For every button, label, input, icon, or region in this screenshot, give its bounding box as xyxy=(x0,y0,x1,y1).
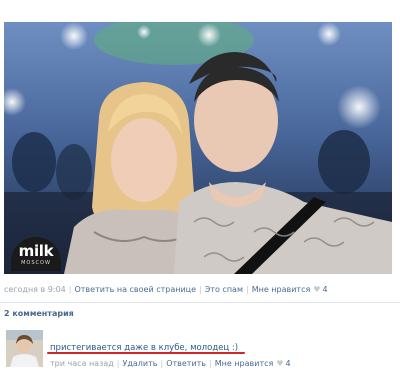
reply-on-own-page-link[interactable]: Ответить на своей странице xyxy=(74,285,196,294)
report-spam-link[interactable]: Это спам xyxy=(205,285,243,294)
comment-like-count: 4 xyxy=(285,359,291,368)
separator: | xyxy=(199,285,202,294)
milk-logo-city: MOSCOW xyxy=(21,260,51,266)
separator: | xyxy=(209,359,212,368)
separator: | xyxy=(68,285,72,294)
milk-logo-name: milk xyxy=(18,242,54,260)
like-link[interactable]: Мне нравится xyxy=(252,285,311,294)
post-photo[interactable]: milk MOSCOW xyxy=(4,22,392,274)
reply-comment-link[interactable]: Ответить xyxy=(166,359,206,368)
avatar-image xyxy=(6,330,43,367)
separator: | xyxy=(116,359,120,368)
heart-icon[interactable]: ♥ xyxy=(276,359,283,368)
divider xyxy=(0,302,400,303)
like-count: 4 xyxy=(322,285,328,294)
separator: | xyxy=(160,359,164,368)
comments-count-link[interactable]: 2 комментария xyxy=(4,309,74,318)
separator: | xyxy=(245,285,249,294)
wall-post: milk MOSCOW сегодня в 9:04 | Ответить на с… xyxy=(0,0,400,377)
post-meta-row: сегодня в 9:04 | Ответить на своей страниц… xyxy=(4,285,328,294)
club-photo-illustration xyxy=(4,22,392,274)
post-time[interactable]: сегодня в 9:04 xyxy=(4,285,66,294)
delete-comment-link[interactable]: Удалить xyxy=(122,359,157,368)
milk-logo: milk MOSCOW xyxy=(11,237,61,271)
comment-meta-row: три часа назад | Удалить | Ответить | Мне нрав… xyxy=(50,359,291,368)
comment-like-link[interactable]: Мне нравится xyxy=(215,359,274,368)
comment-time[interactable]: три часа назад xyxy=(50,359,114,368)
comment-avatar[interactable] xyxy=(6,330,43,367)
heart-icon[interactable]: ♥ xyxy=(313,285,320,294)
red-underline-annotation xyxy=(47,352,245,354)
